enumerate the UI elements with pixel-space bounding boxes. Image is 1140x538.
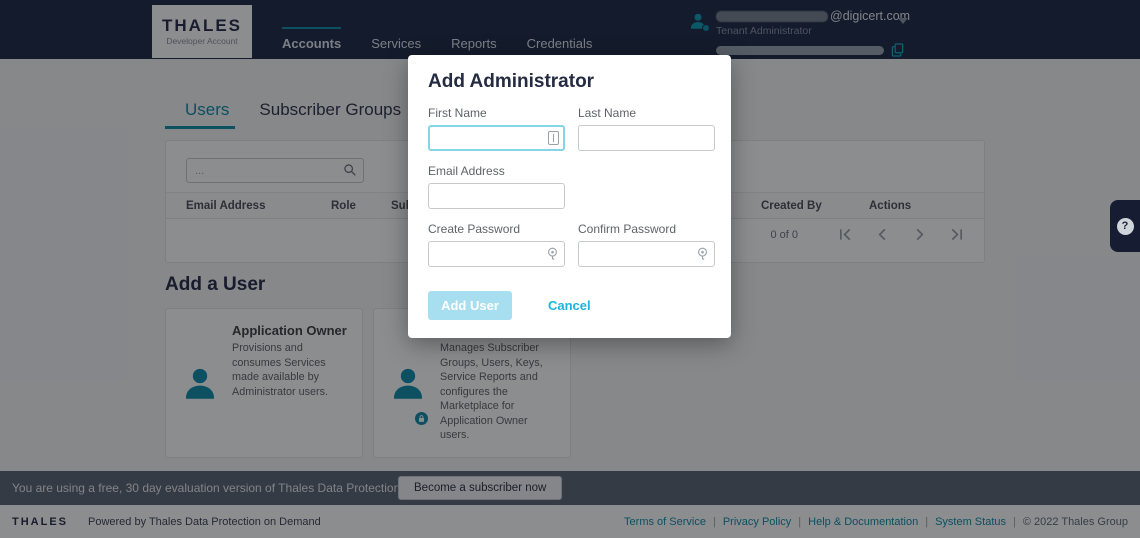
add-user-button[interactable]: Add User — [428, 291, 512, 320]
confirm-password-input[interactable] — [578, 241, 715, 267]
last-name-input[interactable] — [578, 125, 715, 151]
password-key-icon[interactable] — [696, 247, 709, 261]
email-address-input[interactable] — [428, 183, 565, 209]
add-administrator-modal: Add Administrator First Name Last Name E… — [408, 55, 731, 338]
first-name-label: First Name — [428, 106, 565, 120]
create-password-input[interactable] — [428, 241, 565, 267]
help-button[interactable]: ? — [1110, 200, 1140, 252]
help-icon: ? — [1117, 218, 1134, 235]
password-key-icon[interactable] — [546, 247, 559, 261]
app-window: THALES Developer Account Accounts Servic… — [0, 0, 1140, 538]
last-name-label: Last Name — [578, 106, 715, 120]
first-name-input[interactable] — [428, 125, 565, 151]
email-address-label: Email Address — [428, 164, 716, 178]
cancel-button[interactable]: Cancel — [548, 298, 591, 313]
create-password-label: Create Password — [428, 222, 565, 236]
autofill-icon — [548, 131, 559, 145]
confirm-password-label: Confirm Password — [578, 222, 715, 236]
modal-title: Add Administrator — [428, 71, 716, 93]
